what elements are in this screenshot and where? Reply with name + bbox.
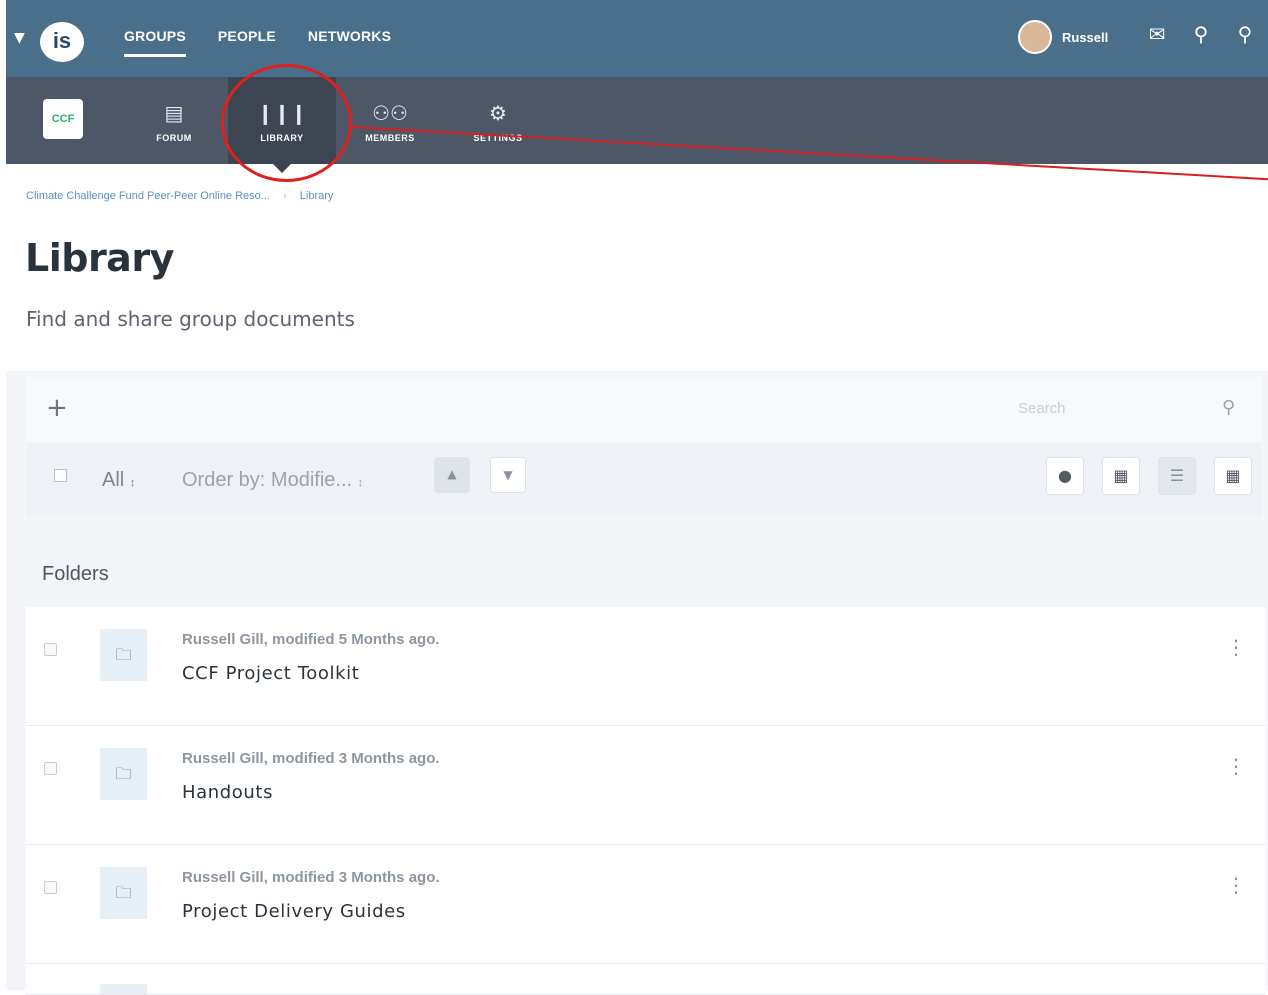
sort-descending-button[interactable]: ▼ [490, 457, 526, 493]
library-toolbar: All ↕ Order by: Modifie... ↕ ▲ ▼ ● ▦ ☰ ▦ [26, 443, 1262, 517]
table-view-icon: ▦ [1225, 466, 1241, 485]
folder-name[interactable]: CCF Project Toolkit [182, 663, 359, 684]
top-navbar: ▼ is GROUPS PEOPLE NETWORKS Russell ✉ ⚲ … [6, 0, 1268, 77]
tab-library-label: LIBRARY [260, 133, 304, 143]
order-by-label: Order by: Modifie... [182, 469, 353, 491]
row-checkbox[interactable] [44, 881, 57, 894]
chevron-down-icon[interactable]: ▼ [14, 30, 25, 46]
page-title: Library [25, 236, 174, 280]
select-all-checkbox[interactable] [54, 469, 67, 482]
group-logo[interactable]: CCF [43, 99, 83, 139]
breadcrumb-group-link[interactable]: Climate Challenge Fund Peer-Peer Online … [26, 190, 270, 202]
library-icon: ❙❙❙ [256, 101, 308, 125]
table-view-button[interactable]: ▦ [1214, 457, 1252, 495]
kebab-menu-icon[interactable]: ⋮ [1226, 873, 1246, 897]
breadcrumb-separator: › [283, 190, 287, 202]
tab-members-label: MEMBERS [365, 133, 415, 143]
filter-caret-icon: ↕ [129, 477, 136, 489]
breadcrumb-current[interactable]: Library [300, 190, 334, 202]
nav-networks[interactable]: NETWORKS [308, 28, 391, 57]
page-subtitle: Find and share group documents [26, 307, 355, 331]
folder-row[interactable]: 🗀 Russell Gill, modified 3 Months ago. P… [26, 845, 1266, 964]
folder-icon: 🗀 [100, 629, 147, 681]
cards-view-button[interactable]: ▦ [1102, 457, 1140, 495]
cards-view-icon: ▦ [1113, 466, 1129, 485]
folder-row[interactable]: 🗀 Russell Gill, modified 3 Months ago. H… [26, 726, 1266, 845]
app-logo[interactable]: is [40, 22, 84, 62]
search-icon[interactable]: ⚲ [1232, 22, 1258, 46]
filter-dropdown[interactable]: All ↕ [102, 469, 135, 492]
bell-icon[interactable]: ⚲ [1188, 22, 1214, 46]
user-name[interactable]: Russell [1062, 30, 1108, 45]
tab-forum[interactable]: ▤ FORUM [120, 77, 228, 164]
breadcrumb: Climate Challenge Fund Peer-Peer Online … [26, 190, 333, 202]
tab-library[interactable]: ❙❙❙ LIBRARY [228, 77, 336, 173]
top-icons: ✉ ⚲ ⚲ [1144, 22, 1258, 46]
search-input[interactable] [1016, 399, 1220, 418]
folder-meta: Russell Gill, modified 5 Months ago. [182, 631, 440, 648]
settings-icon: ⚙ [489, 101, 507, 125]
order-caret-icon: ↕ [357, 477, 364, 489]
folders-heading: Folders [42, 563, 109, 585]
search-icon[interactable]: ⚲ [1222, 397, 1235, 418]
folder-name[interactable]: Handouts [182, 782, 273, 803]
folder-icon [100, 984, 147, 994]
envelope-icon[interactable]: ✉ [1144, 22, 1170, 46]
nav-people[interactable]: PEOPLE [218, 28, 276, 57]
order-by-dropdown[interactable]: Order by: Modifie... ↕ [182, 469, 363, 492]
folder-meta: Russell Gill, modified 3 Months ago. [182, 750, 440, 767]
info-button[interactable]: ● [1046, 457, 1084, 495]
folder-row[interactable] [26, 964, 1266, 995]
tab-members[interactable]: ⚇⚇ MEMBERS [336, 77, 444, 164]
add-icon[interactable]: + [46, 395, 68, 421]
list-view-icon: ☰ [1169, 466, 1185, 485]
list-view-button[interactable]: ☰ [1158, 457, 1196, 495]
library-panel: + ⚲ All ↕ Order by: Modifie... ↕ ▲ ▼ ● ▦… [6, 371, 1268, 995]
folder-name[interactable]: Project Delivery Guides [182, 901, 406, 922]
kebab-menu-icon[interactable]: ⋮ [1226, 754, 1246, 778]
kebab-menu-icon[interactable]: ⋮ [1226, 635, 1246, 659]
info-icon: ● [1058, 466, 1072, 485]
forum-icon: ▤ [164, 101, 184, 125]
sort-ascending-button[interactable]: ▲ [434, 457, 470, 493]
nav-groups[interactable]: GROUPS [124, 28, 186, 57]
tab-forum-label: FORUM [156, 133, 192, 143]
folder-meta: Russell Gill, modified 3 Months ago. [182, 869, 440, 886]
folder-row[interactable]: 🗀 Russell Gill, modified 5 Months ago. C… [26, 607, 1266, 726]
tab-settings[interactable]: ⚙ SETTINGS [444, 77, 552, 164]
folder-icon: 🗀 [100, 867, 147, 919]
members-icon: ⚇⚇ [372, 101, 408, 125]
avatar[interactable] [1018, 20, 1052, 54]
user-menu[interactable]: Russell [1018, 20, 1108, 54]
folder-icon: 🗀 [100, 748, 147, 800]
row-checkbox[interactable] [44, 643, 57, 656]
group-navbar: CCF ▤ FORUM ❙❙❙ LIBRARY ⚇⚇ MEMBERS ⚙ SET… [6, 77, 1268, 173]
filter-label: All [102, 469, 125, 491]
main-nav: GROUPS PEOPLE NETWORKS [124, 28, 391, 57]
row-checkbox[interactable] [44, 762, 57, 775]
search-row: + ⚲ [26, 377, 1262, 441]
